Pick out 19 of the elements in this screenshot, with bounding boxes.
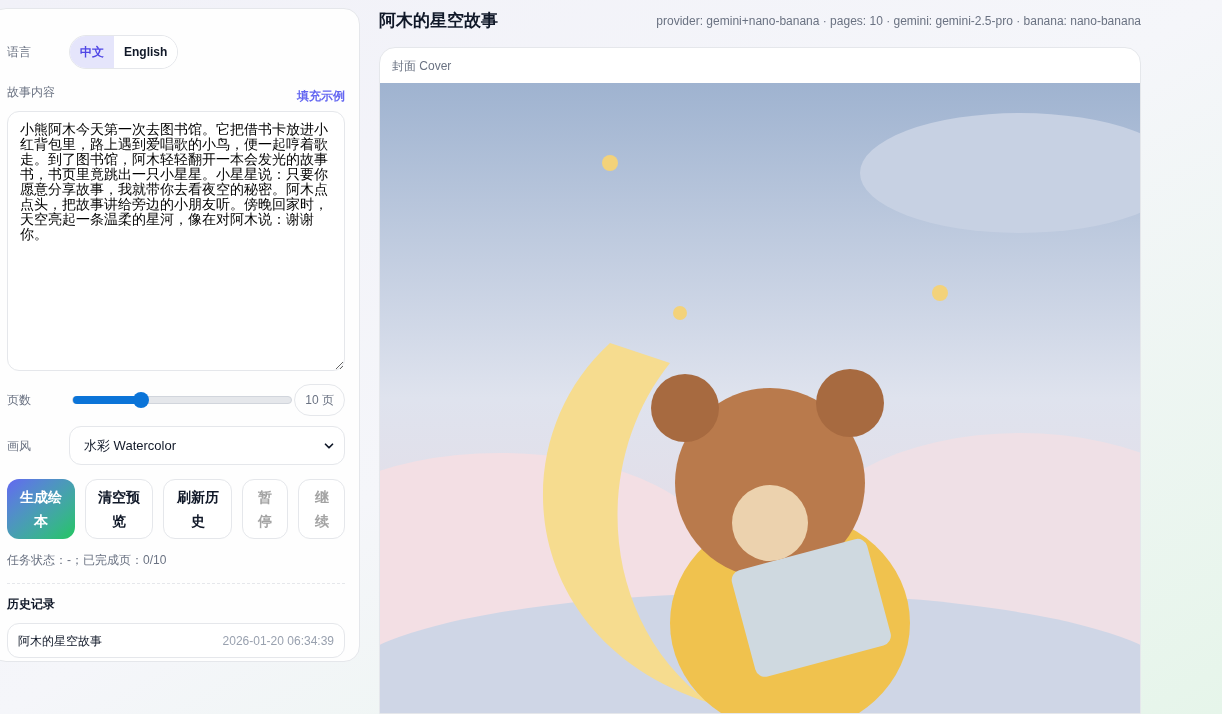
field-label: 语言 (7, 44, 32, 61)
field-label: 画风 (7, 437, 32, 455)
fill-example-link[interactable]: 填充示例 (297, 87, 345, 105)
action-button[interactable]: 刷新历史 (163, 479, 232, 539)
style-select[interactable]: 水彩 Watercolor (69, 426, 345, 465)
slider-thumb[interactable] (132, 392, 149, 408)
cover-label: 封面 Cover (391, 57, 453, 75)
section-title: 历史记录 (7, 596, 56, 613)
language-option[interactable]: 中文 (70, 36, 114, 68)
history-title: 阿木的星空故事 (18, 632, 102, 650)
story-input[interactable]: 小熊阿木今天第一次去图书馆。它把借书卡放进小红背包里，路上遇到爱唱歌的小鸟，便一起哼着歌走。到了图书馆，阿木轻轻翻开一本会发光的故事书，书页里竟跳出一只小星星。小星星说：只要你愿意分享故事，我就带你去看夜空的秘密。阿木点点头，把故事讲给旁边的小朋友听。傍晚回家时，天空亮起一条温柔的星河，像在对阿木说：谢谢你。 (7, 111, 345, 371)
task-status: 任务状态：-；已完成页：0/10 (7, 552, 168, 569)
story-title: 阿木的星空故事 (379, 10, 498, 33)
field-label: 故事内容 (7, 84, 55, 101)
history-time: 2026-01-20 06:34:39 (222, 632, 334, 650)
action-button[interactable]: 清空预览 (85, 479, 154, 539)
history-item[interactable]: 阿木的星空故事 2026-01-20 06:34:39 (7, 623, 345, 658)
field-label: 页数 (7, 392, 32, 409)
provider-info: provider: gemini+nano-banana · pages: 10 · gemini: gemini-2.5-pro · banana: nano-banana (656, 13, 1141, 30)
